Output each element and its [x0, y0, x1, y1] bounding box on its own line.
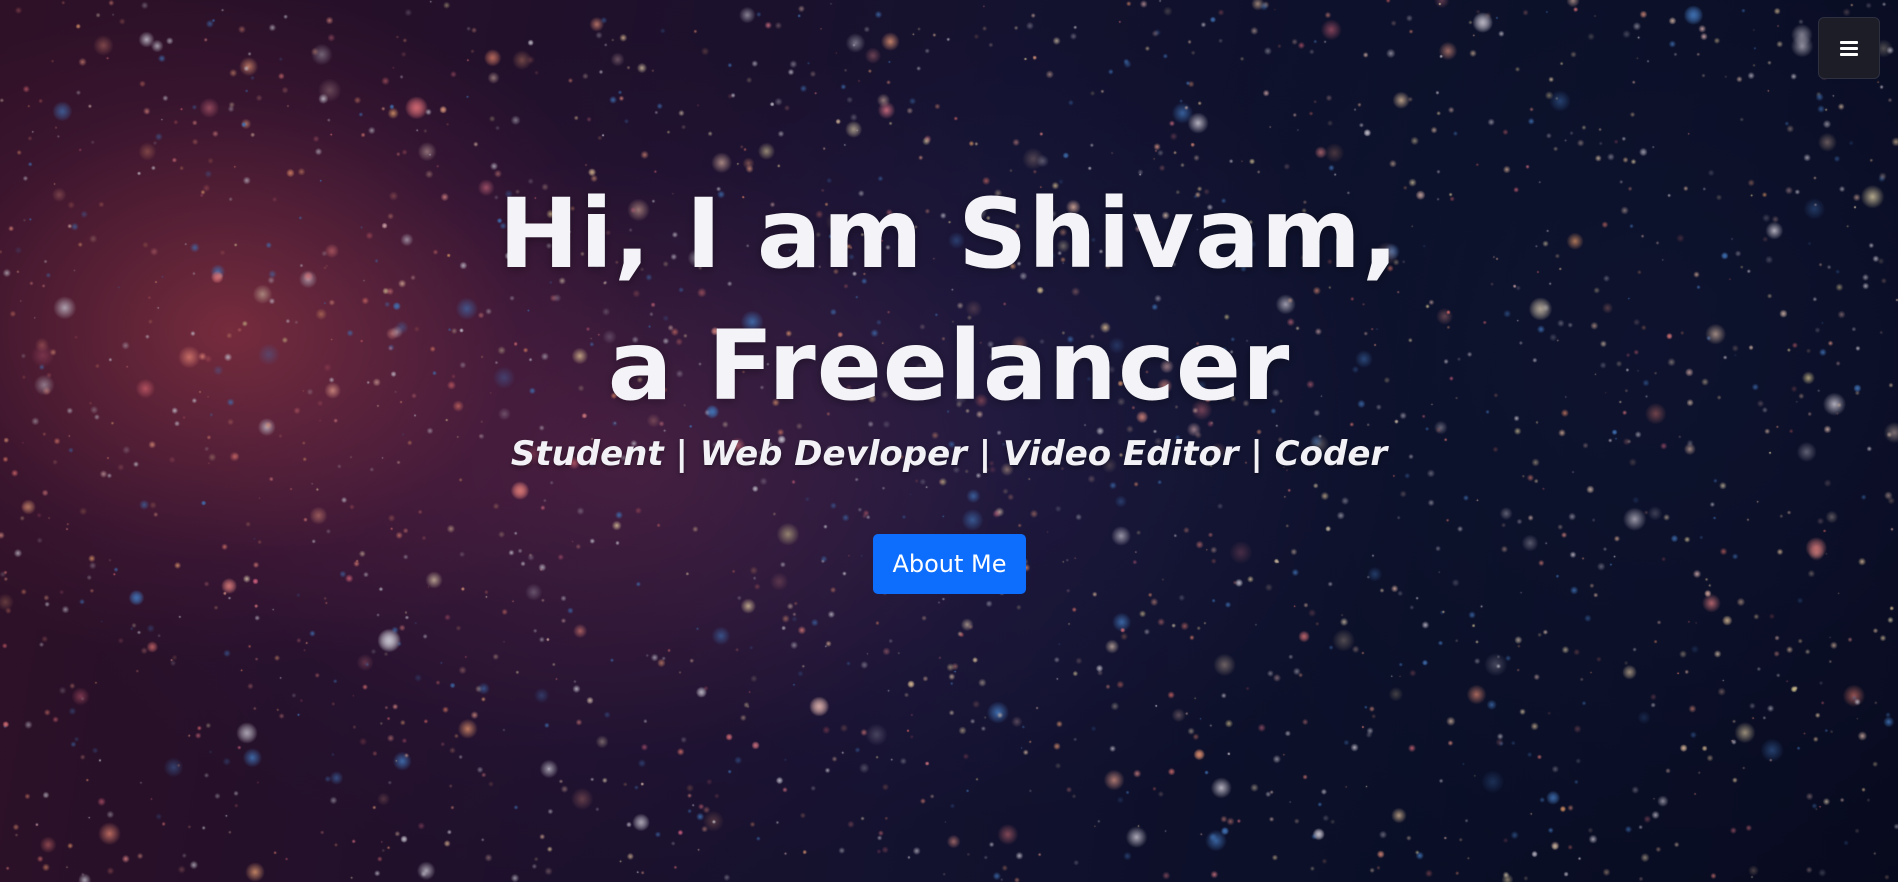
about-me-button[interactable]: About Me [873, 534, 1026, 594]
menu-toggle-button[interactable] [1818, 17, 1880, 79]
hero-subtitle: Student | Web Devloper | Video Editor | … [510, 434, 1388, 474]
hero-headline: Hi, I am Shivam, a Freelancer [0, 168, 1898, 432]
headline-line-2: a Freelancer [607, 310, 1291, 422]
headline-line-1: Hi, I am Shivam, [498, 178, 1400, 290]
hamburger-menu-icon [1840, 40, 1858, 56]
hero-section: Hi, I am Shivam, a Freelancer Student | … [0, 0, 1898, 882]
